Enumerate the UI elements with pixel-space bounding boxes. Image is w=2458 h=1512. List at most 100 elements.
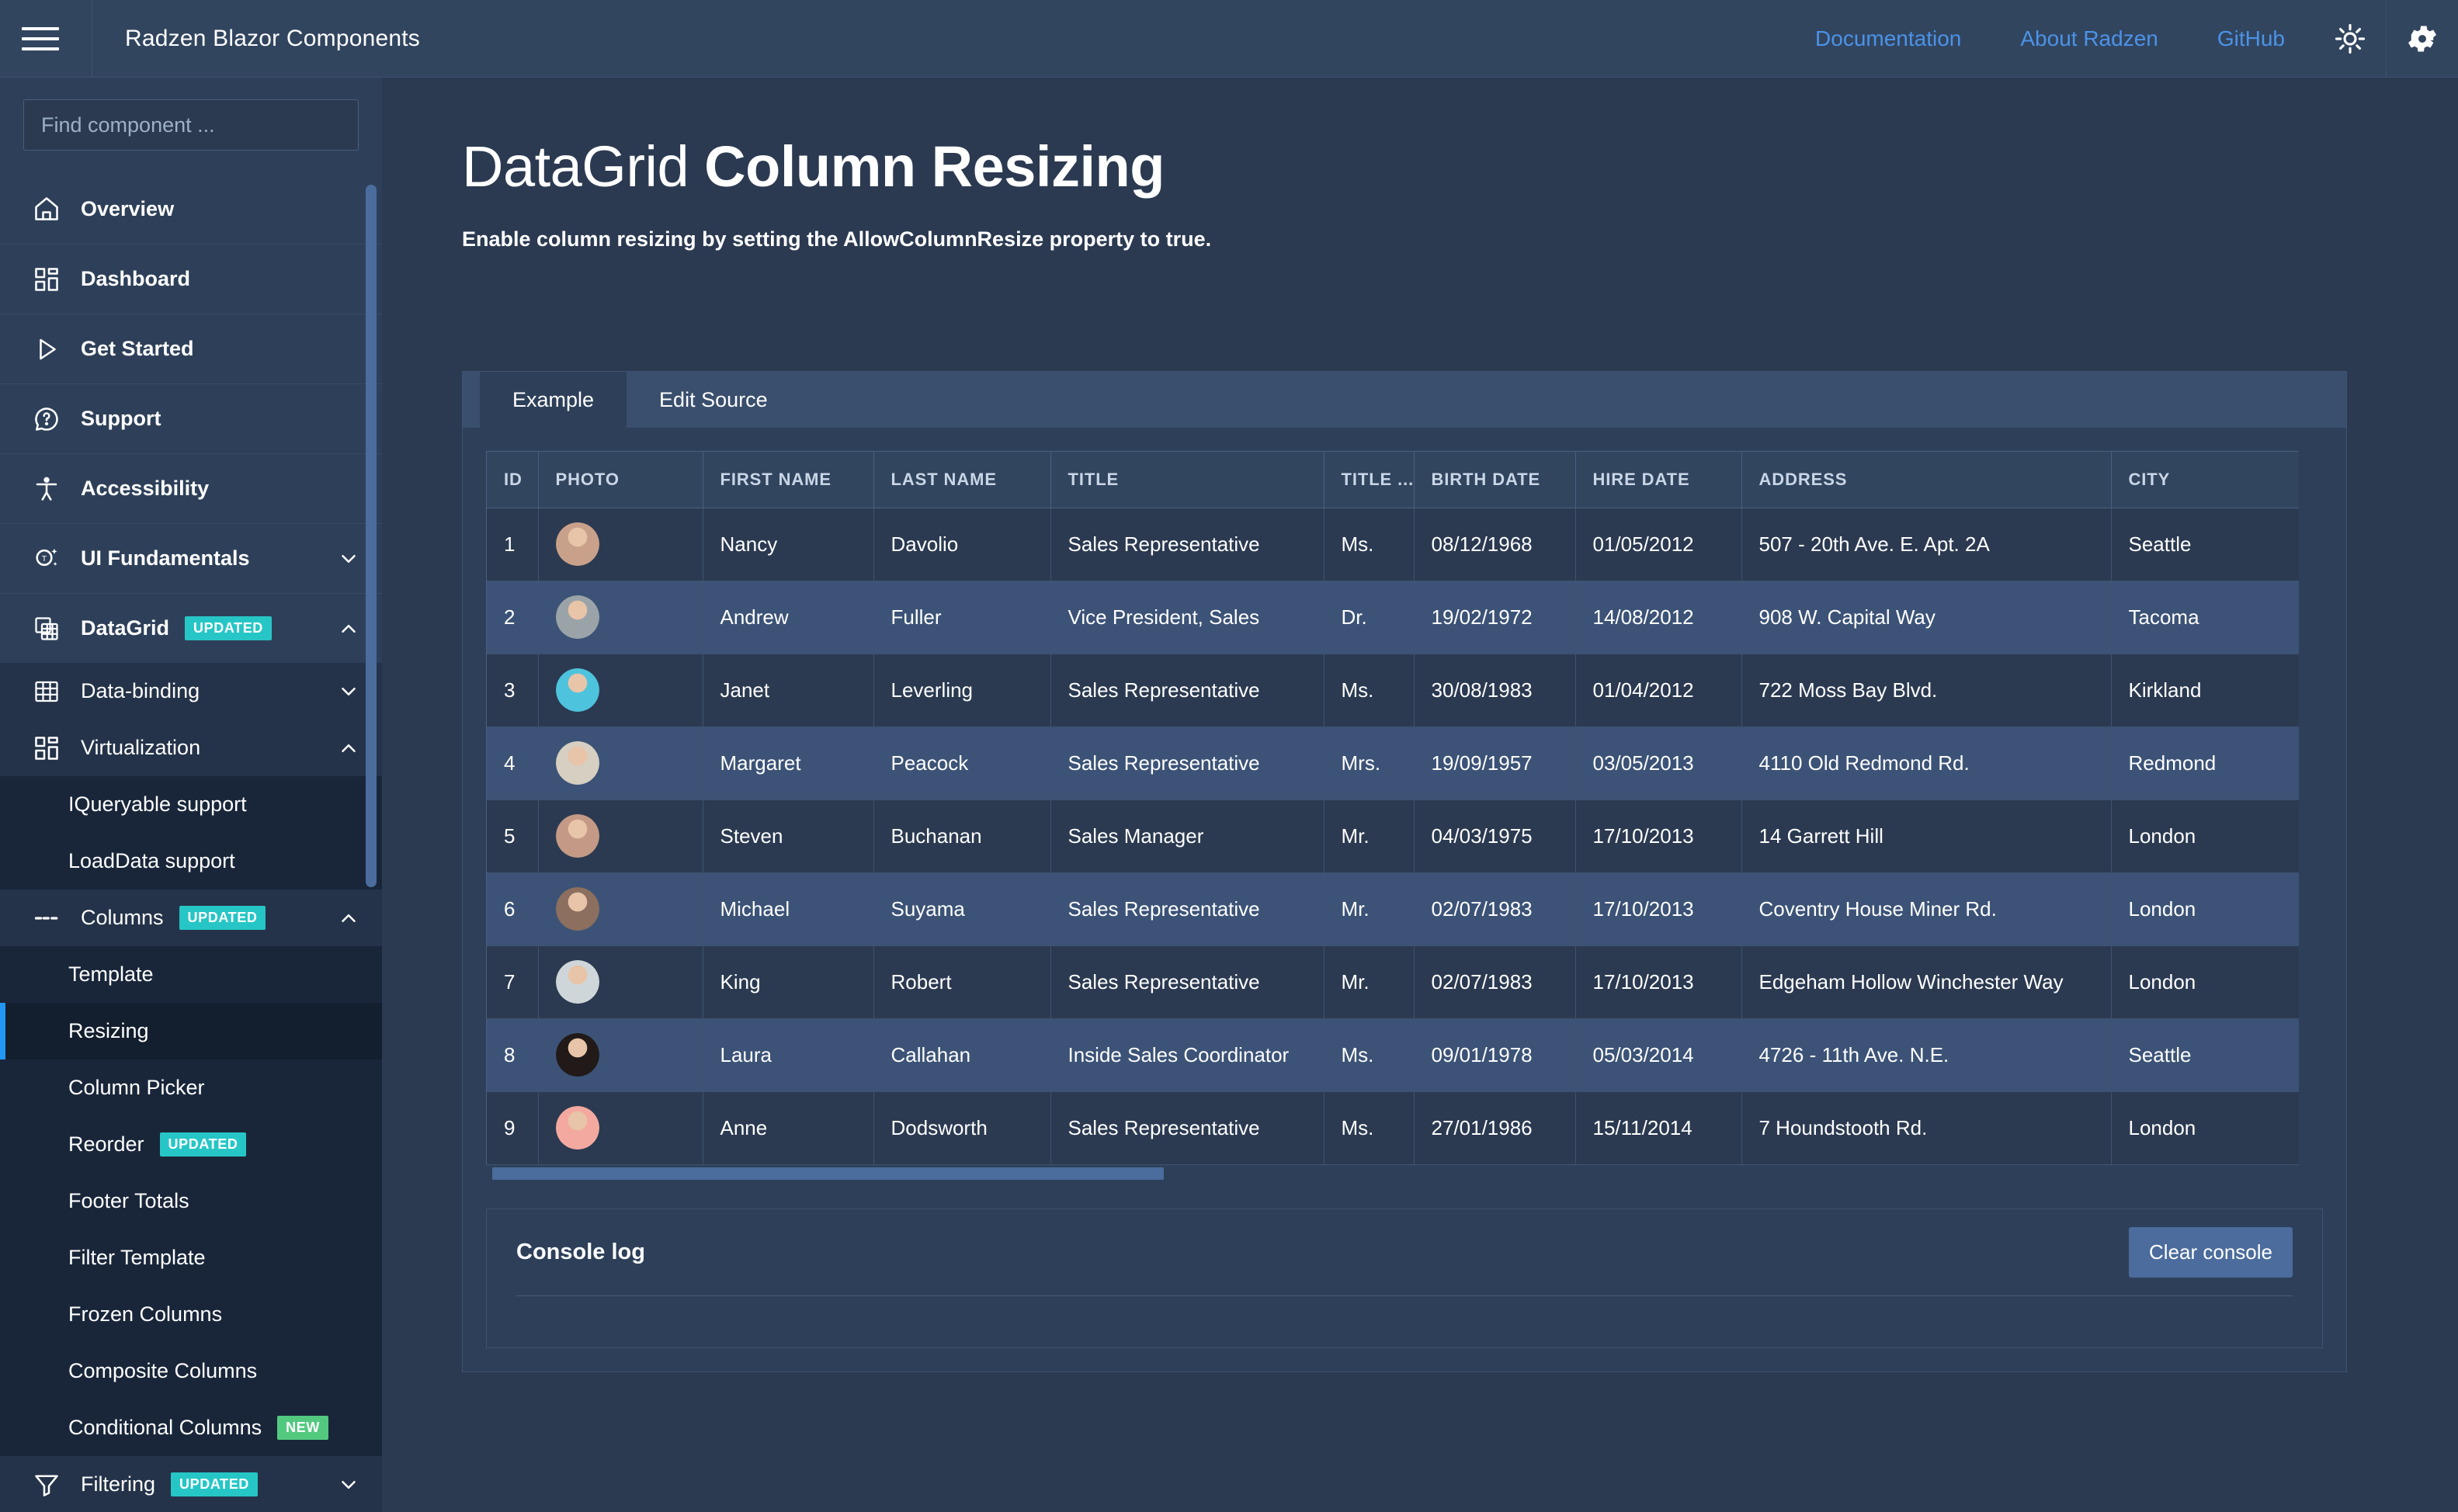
column-header-last[interactable]: LAST NAME bbox=[873, 452, 1051, 508]
cell-birth: 04/03/1975 bbox=[1414, 799, 1576, 873]
sidebar-item-ui-fundamentals[interactable]: T UI Fundamentals bbox=[0, 523, 382, 593]
sidebar-item-iqueryable-support[interactable]: IQueryable support bbox=[0, 776, 382, 833]
sidebar-item-filtering[interactable]: Filtering UPDATED bbox=[0, 1456, 382, 1512]
sidebar-item-overview[interactable]: Overview bbox=[0, 174, 382, 244]
cell-city: London bbox=[2111, 872, 2299, 946]
sidebar-item-column-picker[interactable]: Column Picker bbox=[0, 1059, 382, 1116]
sidebar-item-loaddata-support[interactable]: LoadData support bbox=[0, 833, 382, 890]
cell-hire: 01/04/2012 bbox=[1575, 654, 1742, 727]
column-header-photo[interactable]: PHOTO bbox=[538, 452, 703, 508]
sidebar-item-label: Column Picker bbox=[68, 1076, 205, 1099]
sidebar-scrollbar[interactable] bbox=[366, 78, 377, 1512]
cell-first: Steven bbox=[703, 799, 874, 873]
sun-icon[interactable] bbox=[2314, 0, 2386, 78]
sidebar-item-badge: NEW bbox=[277, 1416, 328, 1440]
sidebar-item-resizing[interactable]: Resizing bbox=[0, 1003, 382, 1059]
hamburger-icon[interactable] bbox=[22, 24, 59, 54]
tab-example[interactable]: Example bbox=[480, 372, 627, 428]
cell-id: 4 bbox=[487, 727, 539, 800]
nav-link-github[interactable]: GitHub bbox=[2217, 26, 2285, 51]
sidebar-item-conditional-columns[interactable]: Conditional Columns NEW bbox=[0, 1399, 382, 1456]
search-input[interactable] bbox=[23, 99, 359, 151]
nav-link-documentation[interactable]: Documentation bbox=[1815, 26, 1961, 51]
table-row[interactable]: 7 King Robert Sales Representative Mr. 02/07/… bbox=[487, 945, 2299, 1019]
dashboard-icon bbox=[30, 262, 64, 297]
sidebar-item-template[interactable]: Template bbox=[0, 946, 382, 1003]
gear-icon[interactable] bbox=[2387, 0, 2458, 78]
column-header-titlec[interactable]: TITLE ... bbox=[1324, 452, 1415, 508]
cell-first: Nancy bbox=[703, 508, 874, 581]
table-row[interactable]: 8 Laura Callahan Inside Sales Coordinator Ms… bbox=[487, 1018, 2299, 1092]
cell-titlec: Mrs. bbox=[1324, 727, 1415, 800]
sidebar-item-filter-template[interactable]: Filter Template bbox=[0, 1229, 382, 1286]
cell-first: Janet bbox=[703, 654, 874, 727]
sidebar-item-dashboard[interactable]: Dashboard bbox=[0, 244, 382, 314]
column-header-hire[interactable]: HIRE DATE bbox=[1575, 452, 1742, 508]
column-header-id[interactable]: ID bbox=[487, 452, 539, 508]
cell-city: London bbox=[2111, 799, 2299, 873]
cell-titlec: Mr. bbox=[1324, 945, 1415, 1019]
sidebar-item-datagrid[interactable]: DataGrid UPDATED bbox=[0, 593, 382, 663]
cell-photo bbox=[538, 799, 703, 873]
table-row[interactable]: 1 Nancy Davolio Sales Representative Ms. 08/1… bbox=[487, 508, 2299, 581]
datagrid: ID PHOTO FIRST NAME LAST NAME TITLE TITLE ...… bbox=[486, 451, 2299, 1165]
top-app-bar: Radzen Blazor Components Documentation A… bbox=[0, 0, 2458, 78]
chevron-up-icon[interactable] bbox=[335, 905, 362, 931]
cell-last: Buchanan bbox=[873, 799, 1051, 873]
sidebar-item-support[interactable]: Support bbox=[0, 383, 382, 453]
sidebar-item-footer-totals[interactable]: Footer Totals bbox=[0, 1173, 382, 1229]
funnel-icon bbox=[30, 1468, 64, 1502]
tab-left-pad bbox=[463, 372, 480, 428]
cell-birth: 02/07/1983 bbox=[1414, 945, 1576, 1019]
sidebar-item-reorder[interactable]: Reorder UPDATED bbox=[0, 1116, 382, 1173]
datagrid-horizontal-scrollbar[interactable] bbox=[486, 1164, 2298, 1182]
table-row[interactable]: 5 Steven Buchanan Sales Manager Mr. 04/03/197… bbox=[487, 799, 2299, 873]
cell-title: Sales Representative bbox=[1050, 945, 1324, 1019]
cell-title: Vice President, Sales bbox=[1050, 581, 1324, 654]
table-row[interactable]: 9 Anne Dodsworth Sales Representative Ms. 27/… bbox=[487, 1091, 2299, 1165]
chevron-down-icon[interactable] bbox=[335, 546, 362, 572]
sidebar-item-badge: UPDATED bbox=[185, 616, 272, 640]
chevron-down-icon[interactable] bbox=[335, 678, 362, 705]
column-header-city[interactable]: CITY bbox=[2111, 452, 2299, 508]
app-title: Radzen Blazor Components bbox=[125, 25, 421, 51]
table-row[interactable]: 4 Margaret Peacock Sales Representative Mrs.… bbox=[487, 727, 2299, 800]
sidebar-item-virtualization[interactable]: Virtualization bbox=[0, 720, 382, 776]
cell-address: 4110 Old Redmond Rd. bbox=[1741, 727, 2112, 800]
cell-title: Sales Representative bbox=[1050, 1091, 1324, 1165]
datagrid-table: ID PHOTO FIRST NAME LAST NAME TITLE TITLE ...… bbox=[487, 452, 2299, 1165]
sidebar-item-frozen-columns[interactable]: Frozen Columns bbox=[0, 1286, 382, 1343]
sidebar-item-composite-columns[interactable]: Composite Columns bbox=[0, 1343, 382, 1399]
sidebar-item-accessibility[interactable]: Accessibility bbox=[0, 453, 382, 523]
cell-title: Inside Sales Coordinator bbox=[1050, 1018, 1324, 1092]
column-header-birth[interactable]: BIRTH DATE bbox=[1414, 452, 1576, 508]
table-row[interactable]: 3 Janet Leverling Sales Representative Ms. 30… bbox=[487, 654, 2299, 727]
sidebar-item-data-binding[interactable]: Data-binding bbox=[0, 663, 382, 720]
column-header-first[interactable]: FIRST NAME bbox=[703, 452, 874, 508]
sidebar-item-label: LoadData support bbox=[68, 849, 235, 872]
clear-console-button[interactable]: Clear console bbox=[2129, 1226, 2293, 1278]
column-header-address[interactable]: ADDRESS bbox=[1741, 452, 2112, 508]
avatar-image bbox=[555, 960, 599, 1004]
column-header-title[interactable]: TITLE bbox=[1050, 452, 1324, 508]
chevron-up-icon[interactable] bbox=[335, 735, 362, 761]
datagrid-horizontal-scrollbar-thumb[interactable] bbox=[492, 1167, 1164, 1180]
chevron-up-icon[interactable] bbox=[335, 616, 362, 642]
sidebar-item-columns[interactable]: Columns UPDATED bbox=[0, 890, 382, 946]
sidebar-item-get-started[interactable]: Get Started bbox=[0, 314, 382, 383]
cell-last: Suyama bbox=[873, 872, 1051, 946]
nav-link-about-radzen[interactable]: About Radzen bbox=[2020, 26, 2158, 51]
cell-id: 7 bbox=[487, 945, 539, 1019]
sidebar-scrollbar-thumb[interactable] bbox=[366, 185, 377, 887]
sidebar-item-label: Template bbox=[68, 962, 154, 986]
tab-bar: Example Edit Source bbox=[463, 372, 2346, 428]
sidebar-item-label: Dashboard bbox=[81, 267, 191, 290]
play-icon bbox=[30, 332, 64, 366]
cell-hire: 03/05/2013 bbox=[1575, 727, 1742, 800]
cell-id: 2 bbox=[487, 581, 539, 654]
table-row[interactable]: 6 Michael Suyama Sales Representative Mr. 02/… bbox=[487, 872, 2299, 946]
cell-birth: 30/08/1983 bbox=[1414, 654, 1576, 727]
chevron-down-icon[interactable] bbox=[335, 1472, 362, 1498]
table-row[interactable]: 2 Andrew Fuller Vice President, Sales Dr. 19/… bbox=[487, 581, 2299, 654]
tab-edit-source[interactable]: Edit Source bbox=[627, 372, 800, 428]
